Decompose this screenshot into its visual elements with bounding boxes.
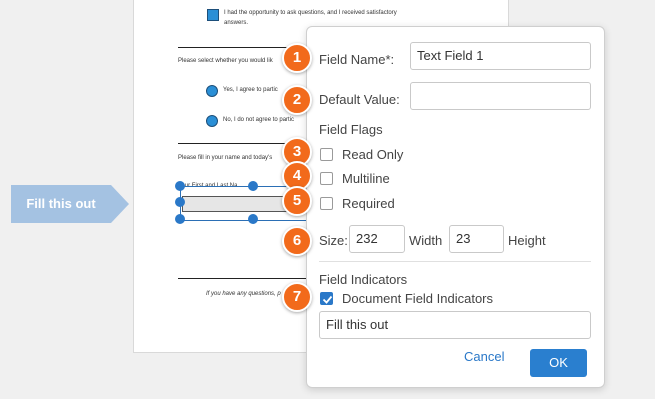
option-no-label: No, I do not agree to partic <box>223 117 295 123</box>
read-only-checkbox[interactable] <box>320 148 333 161</box>
fill-this-out-callout: Fill this out <box>11 185 129 223</box>
doc-indicators-checkbox[interactable] <box>320 292 333 305</box>
multiline-label: Multiline <box>342 171 390 186</box>
indicator-text-input[interactable]: Fill this out <box>319 311 591 339</box>
multiline-checkbox[interactable] <box>320 172 333 185</box>
doc-indicators-label: Document Field Indicators <box>342 291 494 306</box>
field-indicators-label: Field Indicators <box>319 272 408 287</box>
field-name-label: Field Name*: <box>319 52 395 67</box>
checkmark-icon <box>322 295 333 304</box>
resize-handle[interactable] <box>175 197 185 207</box>
width-label: Width <box>409 233 443 248</box>
step-badge-2: 2 <box>282 85 312 115</box>
read-only-label: Read Only <box>342 147 404 162</box>
callout-label: Fill this out <box>26 196 96 211</box>
width-input[interactable]: 232 <box>349 225 405 253</box>
fill-prompt: Please fill in your name and today's <box>178 155 273 161</box>
resize-handle[interactable] <box>248 214 258 224</box>
field-properties-dialog: Field Name*: Text Field 1 Default Value:… <box>306 26 605 388</box>
radio-yes[interactable] <box>206 85 218 97</box>
step-badge-1: 1 <box>282 43 312 73</box>
resize-handle[interactable] <box>175 181 185 191</box>
section-divider <box>319 261 591 262</box>
radio-no[interactable] <box>206 115 218 127</box>
height-input[interactable]: 23 <box>449 225 504 253</box>
default-value-input[interactable] <box>410 82 591 110</box>
default-value-label: Default Value: <box>319 92 400 107</box>
step-badge-5: 5 <box>282 186 312 216</box>
size-label: Size: <box>319 233 348 248</box>
field-name-input[interactable]: Text Field 1 <box>410 42 591 70</box>
step-badge-6: 6 <box>282 226 312 256</box>
consent-checkbox[interactable] <box>207 9 219 21</box>
required-label: Required <box>342 196 395 211</box>
consent-text-cont: answers. <box>224 20 249 26</box>
height-label: Height <box>508 233 546 248</box>
ok-button[interactable]: OK <box>530 349 587 377</box>
resize-handle[interactable] <box>248 181 258 191</box>
select-prompt: Please select whether you would lik <box>178 58 273 64</box>
resize-handle[interactable] <box>175 214 185 224</box>
option-yes-label: Yes, I agree to partic <box>223 87 278 93</box>
footer-text: If you have any questions, p <box>206 291 281 297</box>
cancel-button[interactable]: Cancel <box>464 349 504 364</box>
consent-text: I had the opportunity to ask questions, … <box>224 10 397 16</box>
step-badge-7: 7 <box>282 282 312 312</box>
required-checkbox[interactable] <box>320 197 333 210</box>
field-flags-label: Field Flags <box>319 122 383 137</box>
